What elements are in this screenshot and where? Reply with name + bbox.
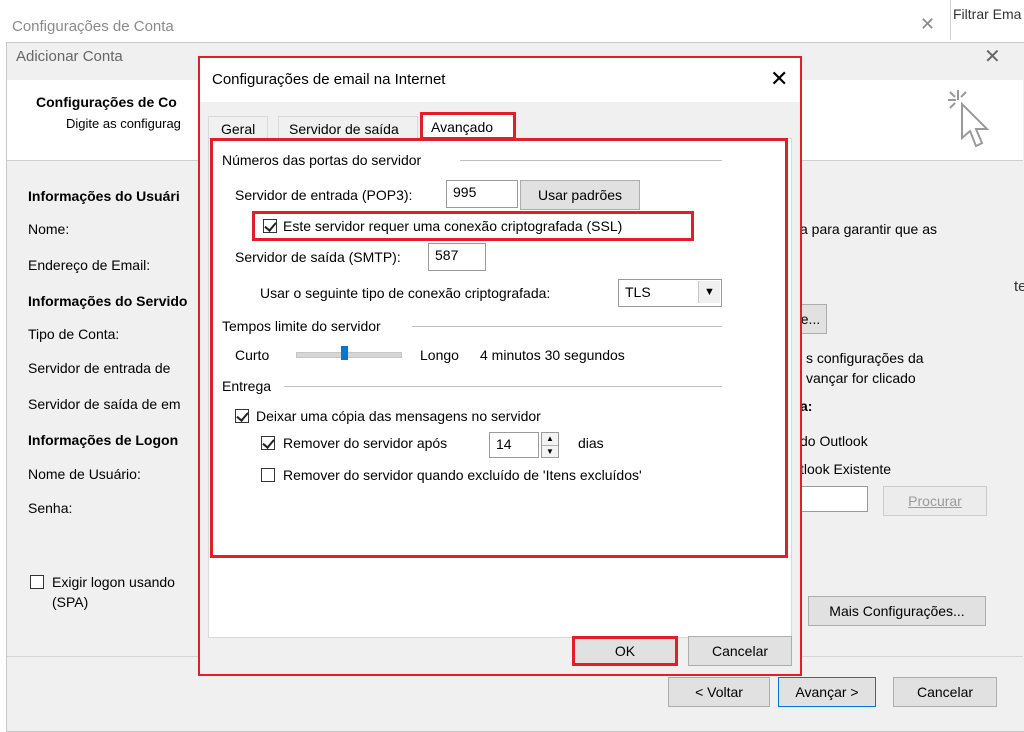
user-info-heading: Informações do Usuári (28, 188, 180, 204)
server-info-heading: Informações do Servido (28, 293, 188, 309)
ok-button[interactable]: OK (572, 636, 678, 666)
incoming-server-label: Servidor de entrada de (28, 360, 171, 376)
timeout-value: 4 minutos 30 segundos (480, 347, 625, 363)
ssl-checkbox[interactable] (263, 219, 277, 233)
timeout-short-label: Curto (235, 347, 270, 363)
existing-outlook-file-option[interactable]: tlook Existente (800, 461, 891, 477)
days-spinner[interactable]: ▲ ▼ (541, 432, 559, 458)
browse-button[interactable]: Procurar (883, 486, 987, 516)
name-label: Nome: (28, 221, 70, 237)
chevron-down-icon: ▼ (698, 281, 720, 303)
wizard-cancel-button[interactable]: Cancelar (893, 677, 997, 707)
account-type-label: Tipo de Conta: (28, 326, 120, 342)
spa-checkbox[interactable] (30, 575, 44, 589)
leave-copy-label: Deixar uma cópia das mensagens no servid… (256, 408, 541, 424)
ports-group-label: Números das portas do servidor (222, 152, 422, 168)
delivery-group-label: Entrega (222, 378, 272, 394)
spa-label-line2: (SPA) (52, 594, 89, 610)
outgoing-port-label: Servidor de saída (SMTP): (235, 249, 401, 265)
new-outlook-file-option[interactable]: do Outlook (800, 433, 868, 449)
timeouts-group-line (412, 326, 722, 327)
tab-outgoing-server-label: Servidor de saída (289, 121, 399, 137)
encryption-type-label: Usar o seguinte tipo de conexão criptogr… (260, 285, 551, 301)
incoming-port-label: Servidor de entrada (POP3): (235, 187, 413, 203)
encryption-type-value: TLS (625, 284, 651, 300)
use-defaults-button[interactable]: Usar padrões (520, 180, 640, 210)
remove-deleted-checkbox[interactable] (261, 468, 275, 482)
account-settings-close-icon[interactable]: ✕ (920, 14, 935, 35)
username-label: Nome de Usuário: (28, 466, 141, 482)
timeouts-group-label: Tempos limite do servidor (222, 318, 381, 334)
timeout-long-label: Longo (420, 347, 459, 363)
outgoing-port-input[interactable]: 587 (428, 243, 486, 271)
password-label: Senha: (28, 500, 73, 516)
remove-deleted-label: Remover do servidor quando excluído de '… (283, 467, 642, 483)
incoming-port-input[interactable]: 995 (446, 180, 518, 208)
logon-info-heading: Informações de Logon (28, 432, 179, 448)
tab-general-label: Geral (221, 121, 256, 137)
ssl-checkbox-label: Este servidor requer uma conexão criptog… (283, 218, 623, 234)
account-settings-title: Configurações de Conta (12, 18, 174, 35)
right-edge-text: te (1014, 278, 1024, 295)
spin-down-icon[interactable]: ▼ (542, 446, 558, 458)
filter-email-text: Filtrar Ema (953, 6, 1022, 22)
outlook-file-path-input[interactable] (800, 486, 868, 512)
add-account-title: Adicionar Conta (16, 48, 123, 65)
remove-after-label: Remover do servidor após (283, 435, 448, 451)
tab-advanced[interactable]: Avançado (420, 112, 516, 140)
back-button[interactable]: < Voltar (668, 677, 770, 707)
tab-advanced-label: Avançado (431, 119, 494, 135)
browse-button-label: Procurar (908, 493, 962, 509)
next-button[interactable]: Avançar > (778, 677, 876, 707)
dialog-title: Configurações de email na Internet (212, 71, 446, 88)
tab-outgoing-server[interactable]: Servidor de saída (278, 116, 418, 140)
timeout-slider-track[interactable] (296, 352, 402, 358)
cursor-sparkle-icon (948, 90, 990, 148)
days-label: dias (578, 435, 604, 451)
delivery-group-line (284, 386, 722, 387)
timeout-slider-thumb[interactable] (340, 346, 348, 360)
email-label: Endereço de Email: (28, 257, 151, 273)
remove-after-checkbox[interactable] (261, 436, 275, 450)
tab-general[interactable]: Geral (208, 116, 268, 140)
right-text-2: s configurações da (806, 350, 924, 366)
spin-up-icon[interactable]: ▲ (542, 433, 558, 446)
remove-after-days-input[interactable]: 14 (489, 432, 539, 458)
dialog-cancel-button[interactable]: Cancelar (688, 636, 792, 666)
spa-label: Exigir logon usando (52, 574, 175, 590)
right-text-3: vançar for clicado (806, 370, 916, 386)
add-account-close-icon[interactable]: ✕ (984, 44, 1001, 69)
encryption-type-select[interactable]: TLS ▼ (618, 279, 722, 307)
more-settings-button[interactable]: Mais Configurações... (808, 596, 986, 626)
leave-copy-checkbox[interactable] (235, 409, 249, 423)
add-account-heading: Configurações de Co (36, 94, 177, 110)
dialog-close-icon[interactable]: ✕ (770, 66, 788, 92)
outgoing-server-label: Servidor de saída de em (28, 396, 181, 412)
ports-group-line (460, 160, 722, 161)
right-text-1: a para garantir que as (800, 221, 937, 237)
add-account-subheading: Digite as configurag (66, 116, 181, 131)
